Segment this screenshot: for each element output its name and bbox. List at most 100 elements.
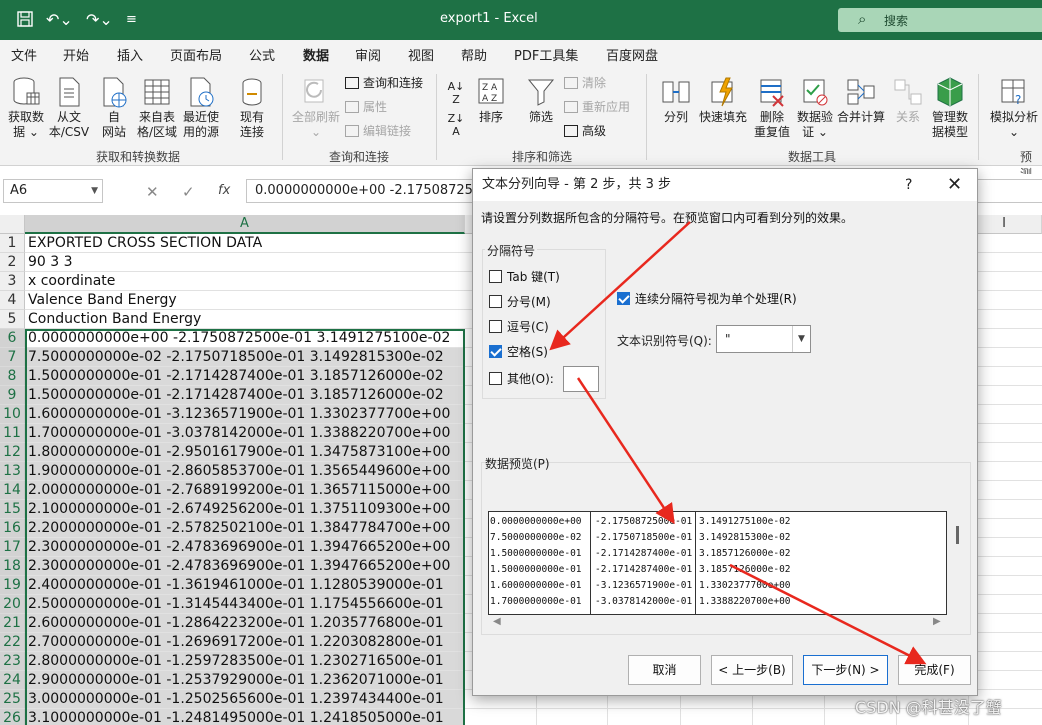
tab-view[interactable]: 视图 — [408, 45, 434, 64]
cell[interactable]: 1.7000000000e-01 -3.0378142000e-01 1.338… — [25, 424, 465, 443]
cell[interactable]: EXPORTED CROSS SECTION DATA — [25, 234, 465, 253]
scroll-left-icon[interactable]: ◀ — [493, 616, 501, 627]
remove-duplicates-button[interactable]: 删除 重复值 — [751, 76, 793, 140]
row-header[interactable]: 9 — [0, 386, 25, 405]
cell[interactable]: 1.5000000000e-01 -2.1714287400e-01 3.185… — [25, 367, 465, 386]
row-header[interactable]: 19 — [0, 576, 25, 595]
row-header[interactable]: 26 — [0, 709, 25, 725]
cell[interactable]: 2.9000000000e-01 -1.2537929000e-01 1.236… — [25, 671, 465, 690]
existing-connections-button[interactable]: 现有 连接 — [233, 76, 271, 140]
row-header[interactable]: 6 — [0, 329, 25, 348]
row-header[interactable]: 10 — [0, 405, 25, 424]
cell[interactable]: 2.2000000000e-01 -2.5782502100e-01 1.384… — [25, 519, 465, 538]
cell[interactable]: 3.0000000000e-01 -1.2502565600e-01 1.239… — [25, 690, 465, 709]
row-header[interactable]: 20 — [0, 595, 25, 614]
undo-icon[interactable]: ↶⌄ — [46, 10, 73, 29]
refresh-all-button[interactable]: 全部刷新 ⌄ — [289, 76, 343, 140]
cell[interactable]: 2.8000000000e-01 -1.2597283500e-01 1.230… — [25, 652, 465, 671]
row-header[interactable]: 13 — [0, 462, 25, 481]
from-web-button[interactable]: 自 网站 — [96, 76, 132, 140]
chevron-down-icon[interactable]: ▼ — [792, 326, 810, 352]
tab-data[interactable]: 数据 — [303, 45, 330, 69]
clear-filter-button[interactable]: 清除 — [564, 74, 606, 92]
tab-insert[interactable]: 插入 — [117, 45, 143, 64]
sort-button[interactable]: Z AA Z 排序 — [474, 76, 508, 125]
cell[interactable]: 2.4000000000e-01 -1.3619461000e-01 1.128… — [25, 576, 465, 595]
cell[interactable]: 2.3000000000e-01 -2.4783696900e-01 1.394… — [25, 557, 465, 576]
redo-icon[interactable]: ↷⌄ — [86, 10, 113, 29]
row-header[interactable]: 2 — [0, 253, 25, 272]
row-header[interactable]: 4 — [0, 291, 25, 310]
manage-data-model-button[interactable]: 管理数 据模型 — [928, 76, 972, 140]
row-header[interactable]: 18 — [0, 557, 25, 576]
cell[interactable]: 1.8000000000e-01 -2.9501617900e-01 1.347… — [25, 443, 465, 462]
cell[interactable]: 1.9000000000e-01 -2.8605853700e-01 1.356… — [25, 462, 465, 481]
row-header[interactable]: 22 — [0, 633, 25, 652]
save-icon[interactable] — [16, 10, 34, 32]
row-header[interactable]: 14 — [0, 481, 25, 500]
recent-sources-button[interactable]: 最近使 用的源 — [181, 76, 221, 140]
filter-button[interactable]: 筛选 — [524, 76, 558, 125]
tab-file[interactable]: 文件 — [11, 45, 37, 64]
data-validation-button[interactable]: 数据验 证 ⌄ — [794, 76, 836, 140]
cell[interactable]: 2.0000000000e-01 -2.7689199200e-01 1.365… — [25, 481, 465, 500]
active-cell[interactable]: 0.0000000000e+00 -2.1750872500e-01 3.149… — [25, 329, 465, 348]
customize-icon[interactable]: ≡ — [126, 12, 137, 27]
consecutive-delimiters-checkbox[interactable]: 连续分隔符号视为单个处理(R) — [617, 292, 797, 308]
column-header-a[interactable]: A — [25, 215, 465, 234]
row-header[interactable]: 7 — [0, 348, 25, 367]
row-header[interactable]: 15 — [0, 500, 25, 519]
sort-ascending-button[interactable]: A↓ Z — [444, 80, 468, 106]
what-if-analysis-button[interactable]: ? 模拟分析 ⌄ — [986, 76, 1042, 140]
from-table-button[interactable]: 来自表 格/区域 — [135, 76, 179, 140]
cell[interactable]: Valence Band Energy — [25, 291, 465, 310]
chevron-down-icon[interactable]: ▼ — [91, 186, 98, 196]
row-header[interactable]: 12 — [0, 443, 25, 462]
row-header[interactable]: 25 — [0, 690, 25, 709]
column-header-i[interactable]: I — [994, 215, 1014, 234]
select-all-corner[interactable] — [0, 215, 25, 234]
cell[interactable]: 1.5000000000e-01 -2.1714287400e-01 3.185… — [25, 386, 465, 405]
search-box[interactable]: ⌕ 搜索 — [838, 8, 1042, 32]
cell[interactable]: x coordinate — [25, 272, 465, 291]
preview-scrollbar-thumb[interactable] — [956, 526, 959, 544]
queries-connections-button[interactable]: 查询和连接 — [345, 74, 423, 92]
delimiter-other-checkbox[interactable]: 其他(O): — [489, 372, 554, 388]
tab-home[interactable]: 开始 — [63, 45, 89, 64]
help-icon[interactable]: ? — [905, 177, 912, 193]
get-data-button[interactable]: 获取数 据 ⌄ — [6, 76, 46, 140]
tab-page-layout[interactable]: 页面布局 — [170, 45, 222, 64]
cell[interactable]: 2.1000000000e-01 -2.6749256200e-01 1.375… — [25, 500, 465, 519]
tab-review[interactable]: 审阅 — [355, 45, 381, 64]
row-header[interactable]: 23 — [0, 652, 25, 671]
row-header[interactable]: 1 — [0, 234, 25, 253]
cell[interactable]: 2.3000000000e-01 -2.4783696900e-01 1.394… — [25, 538, 465, 557]
finish-button[interactable]: 完成(F) — [898, 655, 971, 685]
tab-baidu-netdisk[interactable]: 百度网盘 — [606, 45, 658, 64]
row-header[interactable]: 17 — [0, 538, 25, 557]
reapply-button[interactable]: 重新应用 — [564, 98, 630, 116]
cell[interactable]: 7.5000000000e-02 -2.1750718500e-01 3.149… — [25, 348, 465, 367]
row-header[interactable]: 8 — [0, 367, 25, 386]
close-icon[interactable]: ✕ — [947, 174, 962, 195]
delimiter-comma-checkbox[interactable]: 逗号(C) — [489, 320, 549, 336]
confirm-entry-icon[interactable]: ✓ — [182, 183, 195, 201]
cell[interactable]: 2.5000000000e-01 -1.3145443400e-01 1.175… — [25, 595, 465, 614]
delimiter-semicolon-checkbox[interactable]: 分号(M) — [489, 295, 551, 311]
next-button[interactable]: 下一步(N) > — [803, 655, 888, 685]
consolidate-button[interactable]: 合并计算 — [836, 76, 886, 125]
cell[interactable]: 2.7000000000e-01 -1.2696917200e-01 1.220… — [25, 633, 465, 652]
tab-help[interactable]: 帮助 — [461, 45, 487, 64]
properties-button[interactable]: 属性 — [345, 98, 387, 116]
cell[interactable]: 1.6000000000e-01 -3.1236571900e-01 1.330… — [25, 405, 465, 424]
row-header[interactable]: 11 — [0, 424, 25, 443]
row-header[interactable]: 24 — [0, 671, 25, 690]
row-header[interactable]: 3 — [0, 272, 25, 291]
advanced-filter-button[interactable]: 高级 — [564, 122, 606, 140]
data-preview-pane[interactable]: 0.0000000000e+00 -2.1750872500e-01 3.14912… — [488, 511, 947, 615]
flash-fill-button[interactable]: 快速填充 — [697, 76, 749, 125]
row-header[interactable]: 16 — [0, 519, 25, 538]
cell[interactable]: 2.6000000000e-01 -1.2864223200e-01 1.203… — [25, 614, 465, 633]
scroll-right-icon[interactable]: ▶ — [933, 616, 941, 627]
delimiter-space-checkbox[interactable]: 空格(S) — [489, 345, 548, 361]
